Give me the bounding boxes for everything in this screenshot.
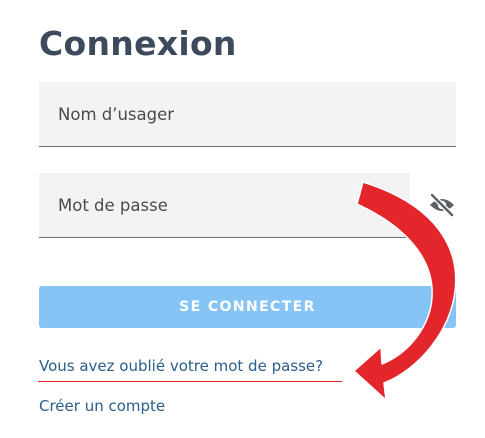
eye-slash-icon[interactable] (428, 193, 456, 217)
password-field (39, 173, 410, 238)
forgot-password-link[interactable]: Vous avez oublié votre mot de passe? (39, 357, 323, 375)
username-field (39, 82, 456, 147)
create-account-link[interactable]: Créer un compte (39, 397, 165, 415)
highlight-underline (38, 381, 342, 382)
username-input[interactable] (39, 82, 456, 146)
login-button[interactable]: SE CONNECTER (39, 286, 456, 328)
page-title: Connexion (39, 24, 237, 63)
password-input[interactable] (39, 173, 410, 237)
